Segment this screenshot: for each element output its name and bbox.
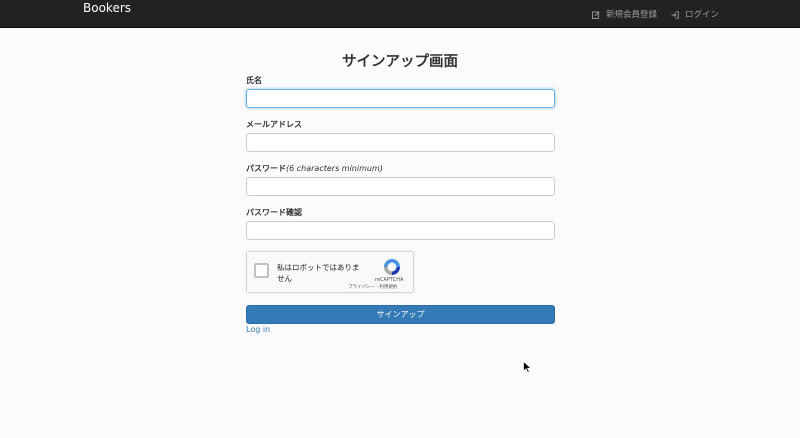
nav-item-signup[interactable]: 新規会員登録 bbox=[592, 8, 657, 22]
nav-item-login-label: ログイン bbox=[685, 10, 720, 20]
password-confirm-input[interactable] bbox=[246, 221, 555, 240]
recaptcha-label: 私はロボットではありません bbox=[277, 263, 360, 283]
email-label: メールアドレス bbox=[246, 120, 302, 129]
email-input[interactable] bbox=[246, 133, 555, 152]
edit-icon bbox=[592, 11, 600, 19]
password-hint: (6 characters minimum) bbox=[286, 164, 383, 173]
recaptcha-brand: reCAPTCHA bbox=[375, 277, 404, 283]
recaptcha-widget: 私はロボットではありません reCAPTCHA プライバシー - 利用規約 bbox=[246, 251, 414, 293]
recaptcha-terms-links[interactable]: プライバシー - 利用規約 bbox=[348, 285, 397, 291]
login-link[interactable]: Log in bbox=[246, 324, 270, 335]
brand-logo[interactable]: Bookers bbox=[83, 1, 131, 15]
password-input[interactable] bbox=[246, 177, 555, 196]
recaptcha-logo-icon bbox=[384, 259, 400, 275]
navbar: Bookers 新規会員登録 ログイン bbox=[0, 0, 800, 28]
page-title: サインアップ画面 bbox=[342, 54, 458, 70]
password-label-text: パスワード bbox=[246, 164, 286, 173]
name-input[interactable] bbox=[246, 89, 555, 108]
mouse-cursor-icon bbox=[523, 361, 532, 373]
nav-item-signup-label: 新規会員登録 bbox=[606, 10, 658, 20]
recaptcha-checkbox[interactable] bbox=[254, 263, 269, 278]
password-label: パスワード(6 characters minimum) bbox=[246, 163, 383, 174]
login-icon bbox=[671, 11, 679, 19]
password-confirm-label: パスワード確認 bbox=[246, 208, 302, 217]
signup-button[interactable]: サインアップ bbox=[246, 305, 555, 324]
name-label: 氏名 bbox=[246, 76, 262, 85]
nav-item-login[interactable]: ログイン bbox=[671, 8, 719, 22]
